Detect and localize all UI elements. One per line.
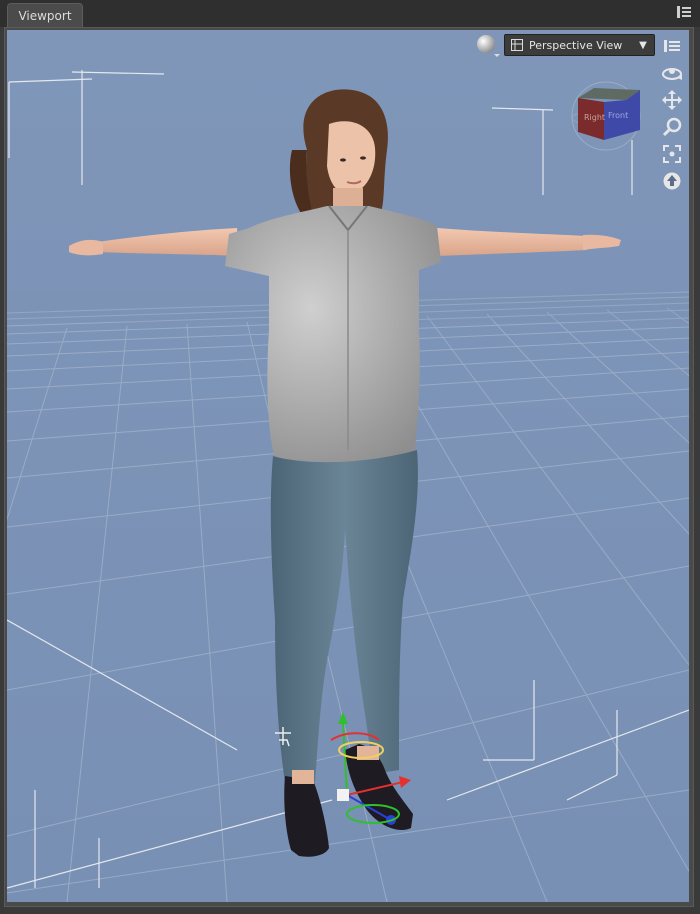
aim-button[interactable] (660, 169, 684, 193)
view-layout-icon (511, 39, 523, 51)
aim-icon (663, 172, 681, 190)
zoom-button[interactable] (660, 115, 684, 139)
chevron-down-icon: ▼ (639, 39, 647, 51)
orbit-button[interactable] (660, 61, 684, 85)
view-select-label: Perspective View (529, 38, 623, 52)
draw-style-sphere-icon[interactable] (475, 34, 501, 58)
panel-menu-icon[interactable] (676, 4, 692, 20)
pan-button[interactable] (660, 88, 684, 112)
frame-icon (663, 145, 681, 163)
orbit-icon (662, 68, 682, 80)
pan-icon (662, 90, 682, 110)
viewport-options-icon (664, 40, 680, 52)
viewport-toolbar (660, 34, 684, 196)
cube-face-right: Right (584, 113, 605, 122)
frame-button[interactable] (660, 142, 684, 166)
viewport-options-button[interactable] (660, 34, 684, 58)
tab-viewport[interactable]: Viewport (7, 3, 83, 28)
view-select[interactable]: Perspective View ▼ (504, 34, 655, 56)
viewport-3d-scene[interactable] (7, 30, 689, 902)
cube-face-front: Front (608, 111, 628, 120)
zoom-icon (662, 117, 682, 137)
panel-tab-bar: Viewport (0, 0, 700, 28)
view-cube[interactable]: Right Front (570, 80, 642, 152)
